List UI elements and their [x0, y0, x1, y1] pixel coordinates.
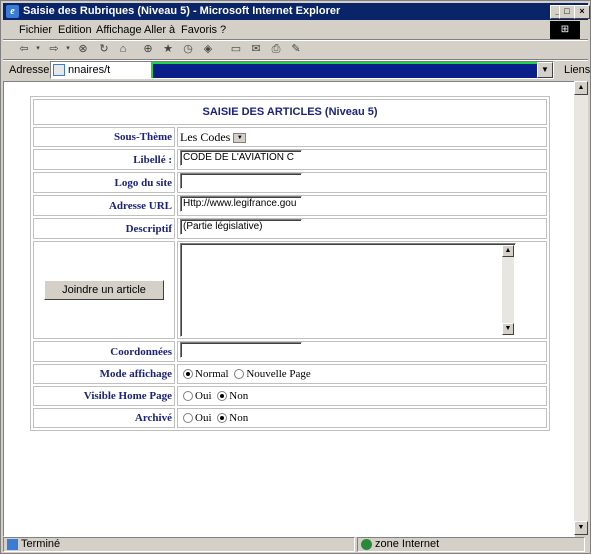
archive-non-label: Non [229, 412, 249, 424]
page-scroll-down-icon[interactable]: ▼ [574, 521, 588, 535]
windows-logo-icon: ⊞ [550, 21, 580, 39]
close-button[interactable]: × [574, 5, 590, 19]
archive-cell: Oui Non [177, 408, 547, 428]
address-bar: Adresse nnaires/t ent ▼ Liens [3, 61, 590, 79]
sous-theme-label: Sous-Thème [33, 127, 175, 147]
menu-edition[interactable]: Edition [58, 24, 92, 36]
textarea-cell: ▲ ▼ [177, 241, 547, 339]
sous-theme-cell: Les Codes ▼ [177, 127, 547, 147]
page-done-icon [7, 539, 18, 550]
descriptif-label: Descriptif [33, 218, 175, 239]
home-icon[interactable]: ⌂ [116, 42, 130, 56]
window-title: Saisie des Rubriques (Niveau 5) - Micros… [23, 5, 341, 17]
maximize-button[interactable]: □ [559, 5, 575, 19]
history-icon[interactable]: ◷ [181, 42, 195, 56]
status-text: Terminé [21, 538, 61, 550]
url-cell: Http://www.legifrance.gou [177, 195, 547, 216]
back-dropdown-icon[interactable]: ▾ [31, 42, 45, 56]
menu-fichier[interactable]: Fichier [19, 24, 52, 36]
mode-nouvelle-page-radio[interactable] [234, 369, 245, 380]
mode-label: Mode affichage [33, 364, 175, 384]
page-scrollbar[interactable]: ▲ ▼ [574, 81, 588, 535]
archive-non-radio[interactable] [217, 413, 228, 424]
ie-icon: e [6, 5, 19, 18]
address-overlay-banner [151, 62, 553, 78]
scroll-down-icon[interactable]: ▼ [502, 323, 514, 335]
scroll-up-icon[interactable]: ▲ [502, 245, 514, 257]
address-label: Adresse [9, 64, 50, 76]
joindre-cell: Joindre un article [33, 241, 175, 339]
joindre-article-button[interactable]: Joindre un article [44, 280, 164, 300]
sous-theme-select[interactable]: Les Codes [180, 130, 230, 144]
mode-nouvelle-page-label: Nouvelle Page [246, 368, 311, 380]
home-non-label: Non [229, 390, 249, 402]
libelle-cell: CODE DE L'AVIATION C [177, 149, 547, 170]
article-form: SAISIE DES ARTICLES (Niveau 5) Sous-Thèm… [30, 96, 550, 431]
descriptif-cell: (Partie législative) [177, 218, 547, 239]
coordonnees-cell [177, 341, 547, 362]
address-input[interactable]: nnaires/t ent ▼ [50, 61, 554, 79]
mail-icon[interactable]: ✉ [249, 42, 263, 56]
archive-oui-radio[interactable] [183, 413, 193, 424]
fullscreen-icon[interactable]: ▭ [229, 42, 243, 56]
print-icon[interactable]: ⎙ [269, 42, 283, 56]
libelle-label: Libellé : [33, 149, 175, 170]
logo-label: Logo du site [33, 172, 175, 193]
channels-icon[interactable]: ◈ [201, 42, 215, 56]
address-dropdown-icon[interactable]: ▼ [537, 62, 553, 78]
article-textarea[interactable]: ▲ ▼ [180, 243, 516, 337]
archive-label: Archivé [33, 408, 175, 428]
libelle-input[interactable]: CODE DE L'AVIATION C [180, 150, 302, 166]
logo-input[interactable] [180, 173, 302, 189]
edit-icon[interactable]: ✎ [289, 42, 303, 56]
chevron-down-icon[interactable]: ▼ [233, 132, 247, 143]
archive-oui-label: Oui [195, 412, 212, 424]
zone-text: zone Internet [375, 538, 440, 550]
back-icon[interactable]: ⇦ [17, 42, 31, 56]
status-main: Terminé [3, 537, 355, 552]
address-value: nnaires/t [68, 64, 111, 76]
page-title: SAISIE DES ARTICLES (Niveau 5) [33, 99, 547, 125]
forward-dropdown-icon[interactable]: ▾ [61, 42, 75, 56]
mode-cell: Normal Nouvelle Page [177, 364, 547, 384]
page-scroll-up-icon[interactable]: ▲ [574, 81, 588, 95]
status-zone: zone Internet [357, 537, 585, 552]
links-label[interactable]: Liens [564, 64, 590, 76]
stop-icon[interactable]: ⊗ [76, 42, 90, 56]
status-bar: Terminé zone Internet [3, 537, 588, 552]
page-content: SAISIE DES ARTICLES (Niveau 5) Sous-Thèm… [3, 81, 575, 537]
home-oui-label: Oui [195, 390, 212, 402]
descriptif-input[interactable]: (Partie législative) [180, 219, 302, 235]
mode-normal-label: Normal [195, 368, 229, 380]
search-icon[interactable]: ⊕ [141, 42, 155, 56]
forward-icon[interactable]: ⇨ [47, 42, 61, 56]
title-bar: e Saisie des Rubriques (Niveau 5) - Micr… [3, 3, 590, 20]
refresh-icon[interactable]: ↻ [97, 42, 111, 56]
logo-cell [177, 172, 547, 193]
url-label: Adresse URL [33, 195, 175, 216]
home-oui-radio[interactable] [183, 391, 193, 402]
page-icon [53, 64, 65, 76]
url-input[interactable]: Http://www.legifrance.gou [180, 196, 302, 212]
toolbar: ⇦ ▾ ⇨ ▾ ⊗ ↻ ⌂ ⊕ ★ ◷ ◈ ▭ ✉ ⎙ ✎ [3, 41, 588, 59]
home-non-radio[interactable] [217, 391, 228, 402]
home-cell: Oui Non [177, 386, 547, 406]
menu-bar: Fichier Edition Affichage Aller à Favori… [3, 21, 588, 39]
menu-favoris[interactable]: Favoris [181, 24, 217, 36]
globe-icon [361, 539, 372, 550]
mode-normal-radio[interactable] [183, 369, 193, 380]
textarea-scrollbar[interactable]: ▲ ▼ [502, 245, 514, 335]
menu-help[interactable]: ? [220, 24, 226, 36]
coordonnees-input[interactable] [180, 342, 302, 358]
coordonnees-label: Coordonnées [33, 341, 175, 362]
home-label: Visible Home Page [33, 386, 175, 406]
browser-window: e Saisie des Rubriques (Niveau 5) - Micr… [0, 0, 591, 554]
favorites-icon[interactable]: ★ [161, 42, 175, 56]
menu-affichage[interactable]: Affichage [96, 24, 142, 36]
menu-aller-a[interactable]: Aller à [144, 24, 175, 36]
